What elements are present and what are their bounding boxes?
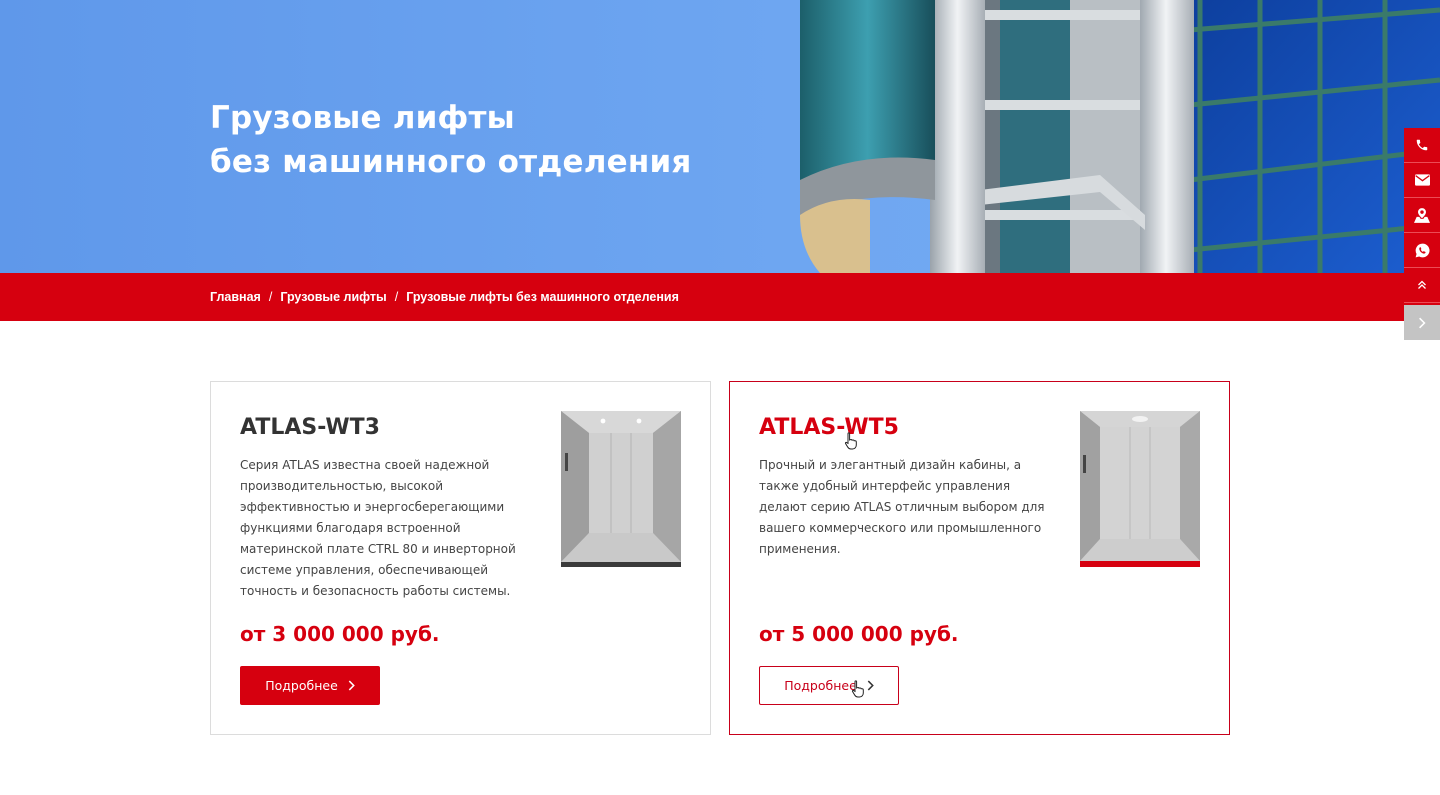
product-card[interactable]: ATLAS-WT3 Серия ATLAS известна своей над… bbox=[210, 381, 711, 735]
product-image bbox=[1080, 411, 1200, 567]
page-title: Грузовые лифты без машинного отделения bbox=[210, 96, 692, 184]
details-button-label: Подробнее bbox=[784, 678, 857, 693]
breadcrumb-bar: Главная / Грузовые лифты / Грузовые лифт… bbox=[0, 273, 1440, 321]
hero-elevator-image bbox=[800, 0, 1440, 273]
page-title-line-1: Грузовые лифты bbox=[210, 100, 515, 136]
product-price: от 5 000 000 руб. bbox=[759, 622, 959, 646]
expand-sidebar-button[interactable] bbox=[1404, 305, 1440, 340]
details-button[interactable]: Подробнее bbox=[759, 666, 899, 705]
product-title[interactable]: ATLAS-WT3 bbox=[240, 415, 380, 440]
hero-banner: Грузовые лифты без машинного отделения bbox=[0, 0, 1440, 273]
breadcrumb-current-page: Грузовые лифты без машинного отделения bbox=[406, 290, 679, 304]
page-title-line-2: без машинного отделения bbox=[210, 144, 692, 180]
breadcrumb-separator: / bbox=[394, 290, 399, 304]
details-button-label: Подробнее bbox=[265, 678, 338, 693]
product-image bbox=[561, 411, 681, 567]
chevron-right-icon bbox=[348, 680, 355, 691]
phone-icon bbox=[1416, 139, 1428, 151]
map-icon bbox=[1414, 207, 1430, 223]
chevron-right-icon bbox=[867, 680, 874, 691]
email-button[interactable] bbox=[1404, 163, 1440, 198]
details-button[interactable]: Подробнее bbox=[240, 666, 380, 705]
phone-button[interactable] bbox=[1404, 128, 1440, 163]
product-card[interactable]: ATLAS-WT5 Прочный и элегантный дизайн ка… bbox=[729, 381, 1230, 735]
product-price: от 3 000 000 руб. bbox=[240, 622, 440, 646]
product-description: Серия ATLAS известна своей надежной прои… bbox=[240, 458, 516, 598]
breadcrumb: Главная / Грузовые лифты / Грузовые лифт… bbox=[210, 273, 679, 321]
floating-contact-bar bbox=[1404, 128, 1440, 340]
breadcrumb-home-link[interactable]: Главная bbox=[210, 290, 261, 304]
mail-icon bbox=[1414, 174, 1430, 186]
scroll-top-icon bbox=[1418, 280, 1426, 289]
map-button[interactable] bbox=[1404, 198, 1440, 233]
whatsapp-button[interactable] bbox=[1404, 233, 1440, 268]
product-title[interactable]: ATLAS-WT5 bbox=[759, 415, 899, 440]
chevron-right-icon bbox=[1419, 317, 1426, 328]
product-description: Прочный и элегантный дизайн кабины, а та… bbox=[759, 458, 1045, 556]
breadcrumb-freight-lifts-link[interactable]: Грузовые лифты bbox=[280, 290, 386, 304]
breadcrumb-separator: / bbox=[268, 290, 273, 304]
scroll-top-button[interactable] bbox=[1404, 268, 1440, 303]
whatsapp-icon bbox=[1415, 243, 1430, 257]
